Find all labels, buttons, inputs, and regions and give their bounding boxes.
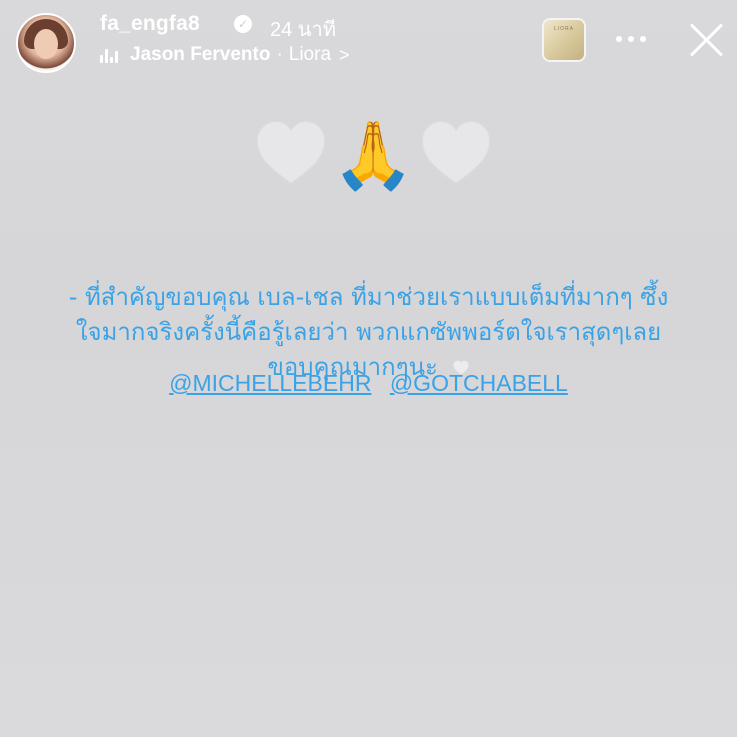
white-heart-icon xyxy=(421,120,491,184)
more-options-icon[interactable] xyxy=(616,36,646,42)
avatar[interactable] xyxy=(16,13,76,73)
white-heart-icon xyxy=(256,120,326,184)
album-art-label: LIORA xyxy=(553,26,574,32)
folded-hands-icon: 🙏 xyxy=(332,118,415,192)
music-bars-icon xyxy=(100,47,118,63)
music-artist: Jason Fervento xyxy=(130,44,271,65)
album-art-thumbnail[interactable]: LIORA xyxy=(542,18,586,62)
music-separator: · xyxy=(276,44,283,65)
music-attribution[interactable]: Jason Fervento · Liora > xyxy=(100,44,350,66)
chevron-right-icon: > xyxy=(339,44,350,65)
story-header: fa_engfa8 ✓ 24 นาที Jason Fervento · Lio… xyxy=(0,0,737,80)
close-icon[interactable] xyxy=(686,20,726,60)
post-time: 24 นาที xyxy=(270,19,336,41)
mention-gotchabell[interactable]: @GOTCHABELL xyxy=(390,370,568,396)
avatar-face xyxy=(34,29,58,59)
mention-michellebehr[interactable]: @MICHELLEBEHR xyxy=(169,370,371,396)
caption-line: - ที่สำคัญขอบคุณ เบล-เชล ที่มาช่วยเราแบบ… xyxy=(68,283,669,311)
username[interactable]: fa_engfa8 xyxy=(100,12,200,36)
mentions-row: @MICHELLEBEHR @GOTCHABELL xyxy=(0,370,737,397)
caption-line: ใจมากจริงครั้งนี้คือรู้เลยว่า พวกแกซัพพอ… xyxy=(75,318,662,346)
verified-badge-icon: ✓ xyxy=(234,15,252,33)
music-album: Liora xyxy=(288,44,332,65)
